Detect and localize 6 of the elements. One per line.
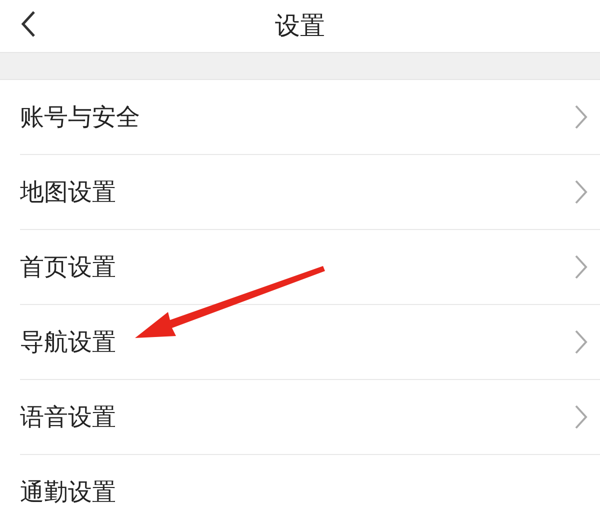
back-icon bbox=[20, 10, 36, 38]
settings-item[interactable]: 地图设置 bbox=[20, 155, 600, 230]
settings-item[interactable]: 通勤设置 bbox=[20, 455, 600, 525]
settings-item[interactable]: 账号与安全 bbox=[20, 80, 600, 155]
page-title: 设置 bbox=[275, 10, 325, 42]
settings-item[interactable]: 语音设置 bbox=[20, 380, 600, 455]
